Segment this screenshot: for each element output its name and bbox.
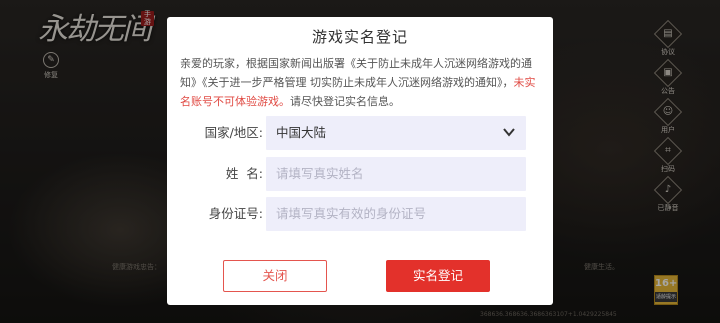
- region-value: 中国大陆: [276, 125, 327, 140]
- notice-text: 亲爱的玩家，根据国家新闻出版署《关于防止未成年人沉迷网络游戏的通知》《关于进一步…: [180, 57, 532, 89]
- notice-tail: 请尽快登记实名信息。: [290, 95, 400, 108]
- id-label: 身份证号:: [208, 206, 263, 221]
- register-button[interactable]: 实名登记: [386, 260, 490, 292]
- name-input[interactable]: 请填写真实姓名: [266, 157, 526, 191]
- dialog-notice: 亲爱的玩家，根据国家新闻出版署《关于防止未成年人沉迷网络游戏的通知》《关于进一步…: [180, 54, 540, 111]
- real-name-dialog: 游戏实名登记 亲爱的玩家，根据国家新闻出版署《关于防止未成年人沉迷网络游戏的通知…: [167, 17, 553, 305]
- id-number-input[interactable]: 请填写真实有效的身份证号: [266, 197, 526, 231]
- region-select[interactable]: 中国大陆: [266, 116, 526, 150]
- chevron-down-icon: [503, 128, 515, 137]
- region-label: 国家/地区:: [204, 125, 263, 140]
- dialog-title: 游戏实名登记: [311, 28, 408, 46]
- name-label: 姓 名:: [225, 166, 263, 181]
- close-button[interactable]: 关闭: [223, 260, 327, 292]
- name-row: 姓 名: 请填写真实姓名: [167, 157, 553, 191]
- region-row: 国家/地区: 中国大陆: [167, 116, 553, 150]
- id-row: 身份证号: 请填写真实有效的身份证号: [167, 197, 553, 231]
